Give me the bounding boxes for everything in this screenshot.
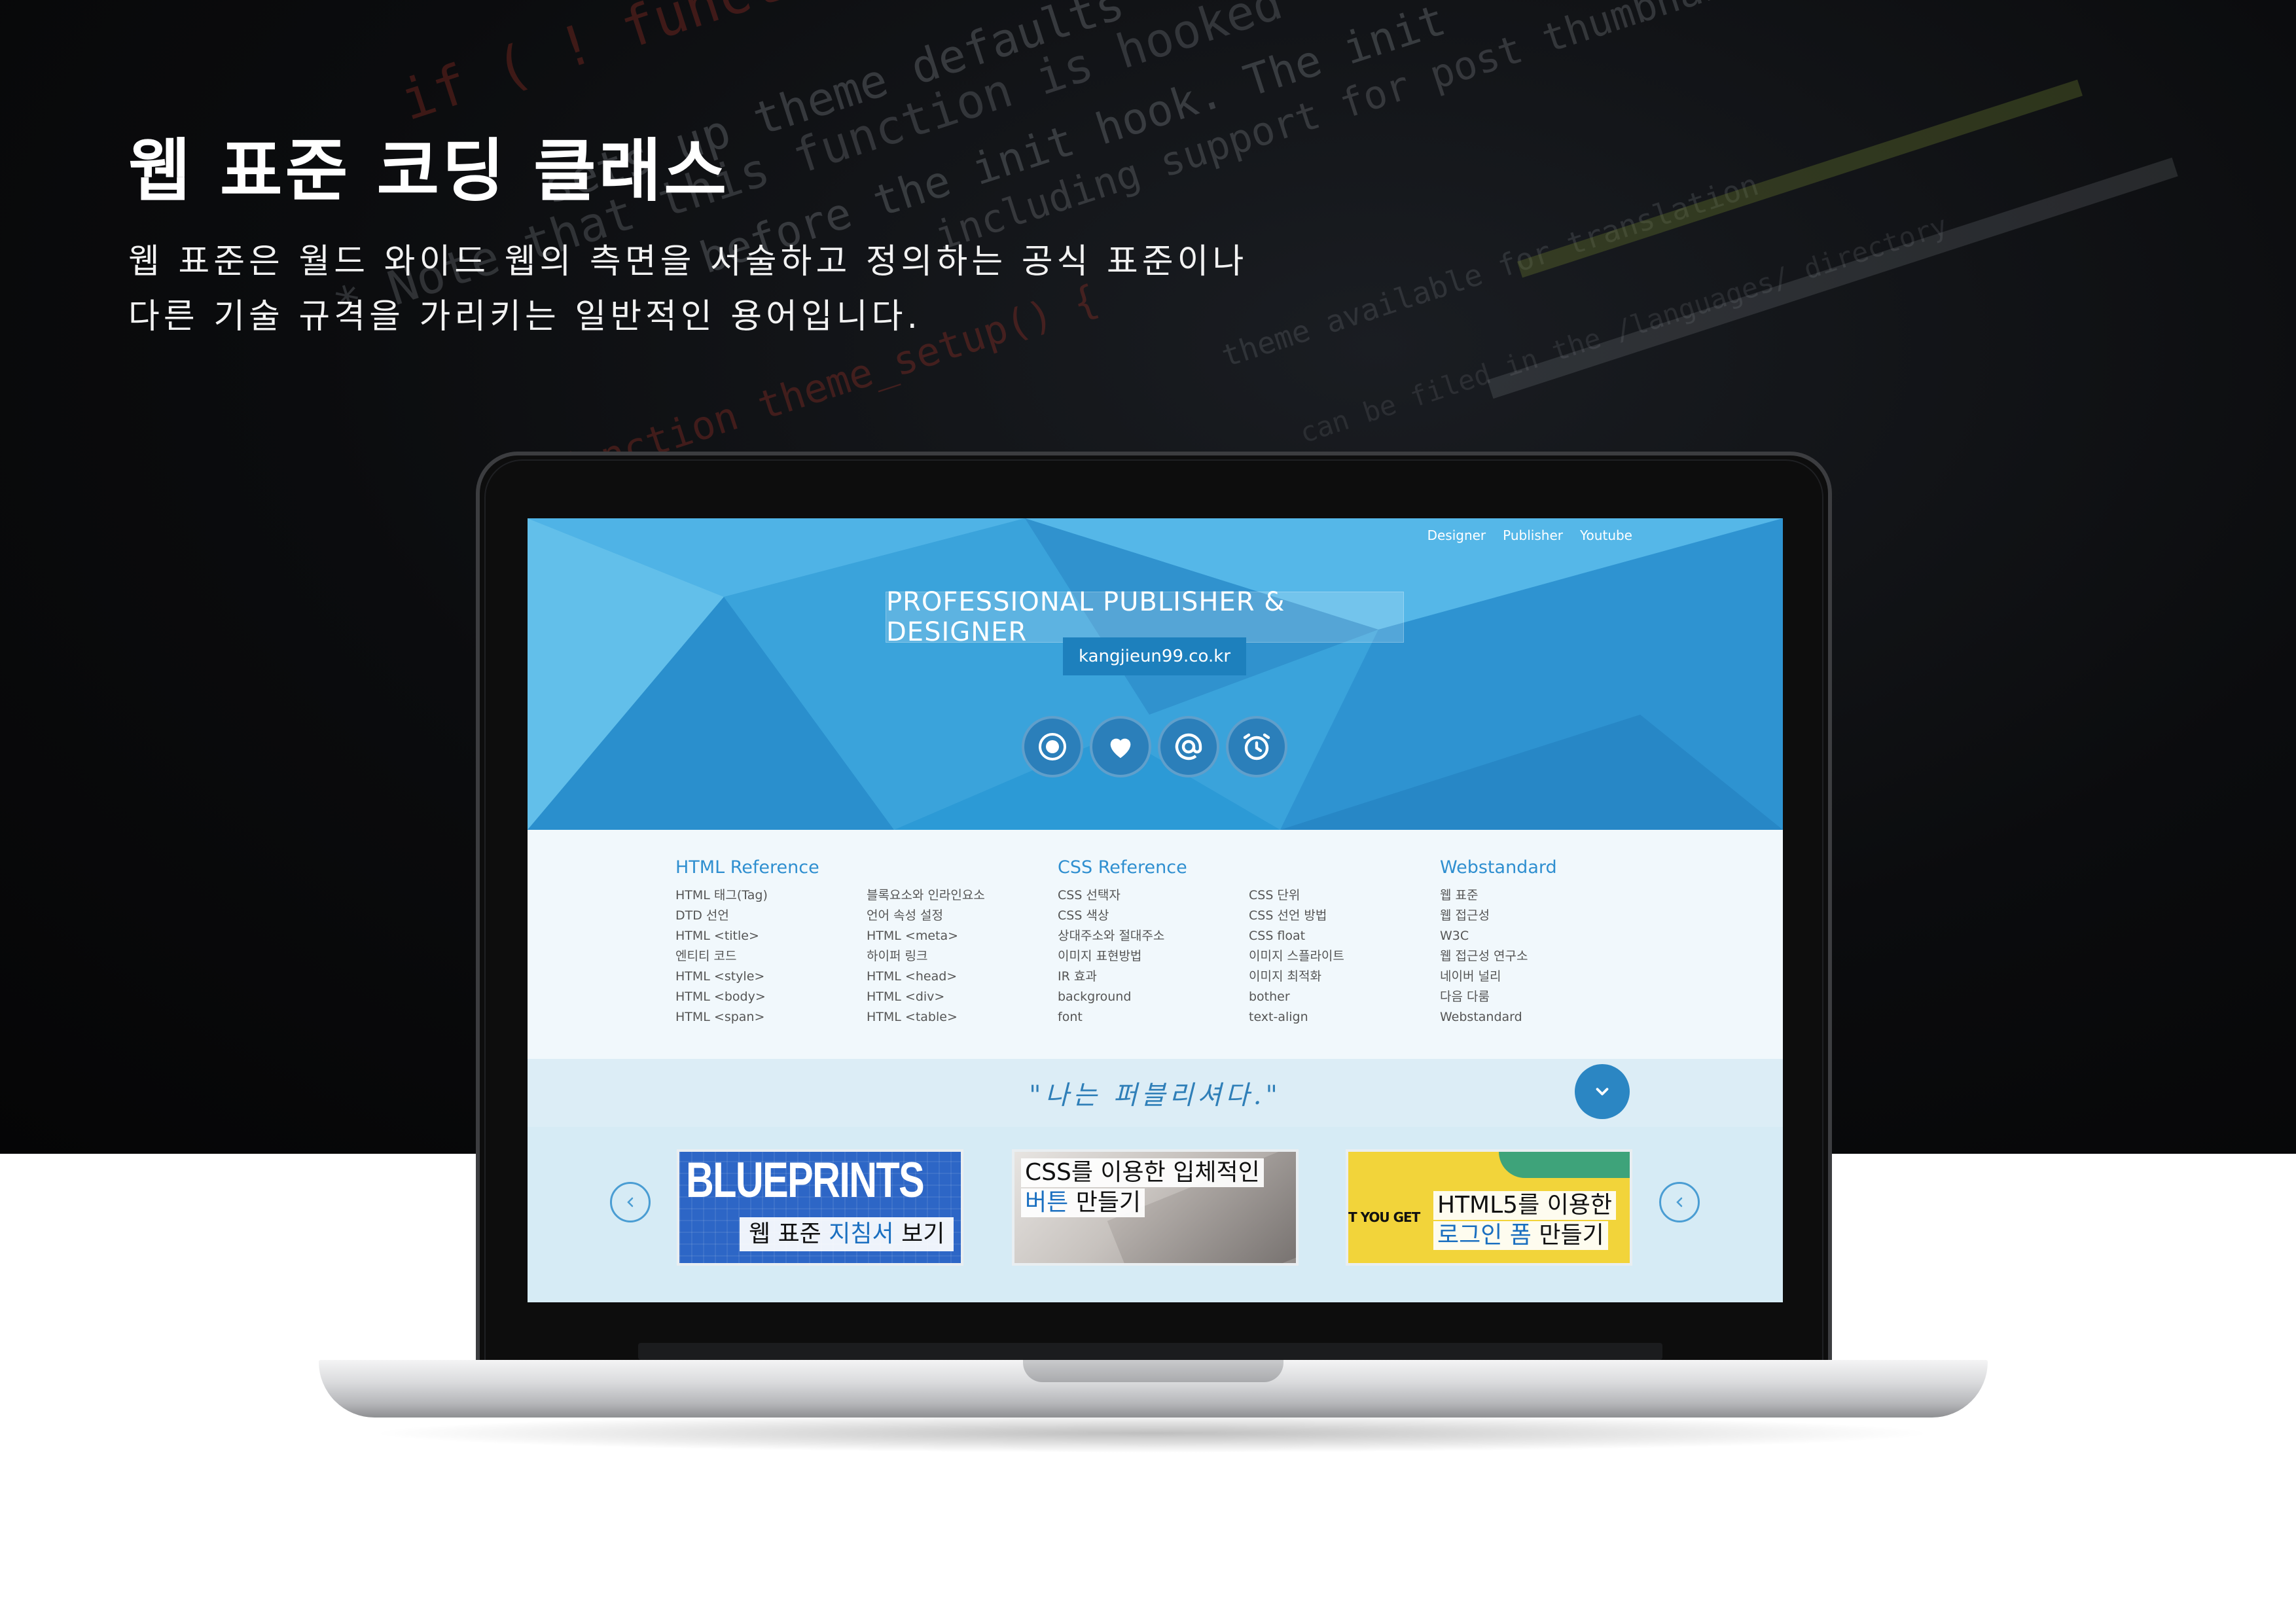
column-title — [1249, 857, 1344, 878]
bg-code-line: theme available for translation — [1217, 166, 1763, 374]
card-label-text: 만들기 — [1068, 1189, 1141, 1216]
record-icon[interactable] — [1022, 716, 1083, 777]
card-label-line2: 로그인 폼 만들기 — [1433, 1221, 1608, 1250]
card-label-line1: CSS를 이용한 입체적인 — [1021, 1158, 1264, 1187]
link-item[interactable]: 웹 접근성 연구소 — [1440, 946, 1557, 967]
link-item[interactable]: HTML <title> — [675, 926, 819, 946]
link-item[interactable]: 웹 접근성 — [1440, 906, 1557, 926]
link-item[interactable]: W3C — [1440, 926, 1557, 946]
link-item[interactable]: HTML <meta> — [867, 926, 985, 946]
column-title[interactable]: CSS Reference — [1058, 857, 1187, 878]
slider-prev-button[interactable] — [610, 1182, 651, 1222]
description-line: 웹 표준은 월드 와이드 웹의 측면을 서술하고 정의하는 공식 표준이나 — [128, 242, 1248, 281]
alarm-clock-icon[interactable] — [1226, 716, 1287, 777]
page-description: 웹 표준은 월드 와이드 웹의 측면을 서술하고 정의하는 공식 표준이나 다른… — [128, 234, 1247, 344]
card-label: 웹 표준 지침서 보기 — [740, 1217, 954, 1251]
column-title[interactable]: Webstandard — [1440, 857, 1557, 878]
link-item[interactable]: 이미지 최적화 — [1249, 967, 1344, 987]
reference-links: HTML Reference HTML 태그(Tag) DTD 선언 HTML … — [528, 830, 1783, 1059]
card-label-highlight: 지침서 — [829, 1221, 894, 1247]
laptop-hinge — [638, 1343, 1662, 1360]
link-column-css-2: CSS 단위 CSS 선언 방법 CSS float 이미지 스플라이트 이미지… — [1249, 857, 1344, 1027]
nav-youtube[interactable]: Youtube — [1580, 527, 1632, 543]
description-line: 다른 기술 규격을 가리키는 일반적인 용어입니다. — [128, 297, 922, 336]
slider-card-html5-login[interactable]: T YOU GET HTML5를 이용한 로그인 폼 만들기 — [1346, 1149, 1632, 1266]
link-item[interactable]: 블록요소와 인라인요소 — [867, 885, 985, 906]
link-item[interactable]: 언어 속성 설정 — [867, 906, 985, 926]
column-title — [867, 857, 985, 878]
link-item[interactable]: 네이버 널리 — [1440, 967, 1557, 987]
link-item[interactable]: CSS 선언 방법 — [1249, 906, 1344, 926]
link-item[interactable]: CSS float — [1249, 926, 1344, 946]
chevron-left-icon — [1676, 1197, 1683, 1207]
slider-next-button[interactable] — [1659, 1182, 1700, 1222]
card-label-text: 만들기 — [1531, 1222, 1604, 1249]
link-item[interactable]: CSS 선택자 — [1058, 885, 1187, 906]
link-item[interactable]: HTML <body> — [675, 987, 819, 1007]
link-item[interactable]: CSS 색상 — [1058, 906, 1187, 926]
link-column-webstandard: Webstandard 웹 표준 웹 접근성 W3C 웹 접근성 연구소 네이버… — [1440, 857, 1557, 1027]
icon-buttons — [1022, 716, 1287, 777]
link-item[interactable]: 엔티티 코드 — [675, 946, 819, 967]
card-label-line1: HTML5를 이용한 — [1433, 1191, 1617, 1220]
link-item[interactable]: HTML <div> — [867, 987, 985, 1007]
heart-icon[interactable] — [1090, 716, 1151, 777]
bg-code-blur — [1517, 79, 2083, 278]
nav-designer[interactable]: Designer — [1427, 527, 1486, 543]
site-domain[interactable]: kangjieun99.co.kr — [1063, 637, 1246, 675]
link-column-html-2: 블록요소와 인라인요소 언어 속성 설정 HTML <meta> 하이퍼 링크 … — [867, 857, 985, 1027]
nav-publisher[interactable]: Publisher — [1503, 527, 1563, 543]
chevron-down-icon — [1596, 1088, 1609, 1096]
card-side-text: T YOU GET — [1348, 1209, 1420, 1225]
slider-card-css-button[interactable]: CSS를 이용한 입체적인 버튼 만들기 — [1012, 1149, 1299, 1266]
link-item[interactable]: HTML <span> — [675, 1007, 819, 1027]
link-item[interactable]: 이미지 스플라이트 — [1249, 946, 1344, 967]
link-item[interactable]: 웹 표준 — [1440, 885, 1557, 906]
link-item[interactable]: CSS 단위 — [1249, 885, 1344, 906]
card-label-line2: 버튼 만들기 — [1021, 1188, 1145, 1217]
link-item[interactable]: 다음 다룸 — [1440, 987, 1557, 1007]
column-title[interactable]: HTML Reference — [675, 857, 819, 878]
link-column-css: CSS Reference CSS 선택자 CSS 색상 상대주소와 절대주소 … — [1058, 857, 1187, 1027]
slider-card-blueprints[interactable]: BLUEPRINTS 웹 표준 지침서 보기 — [677, 1149, 963, 1266]
card-label-text: 보기 — [893, 1221, 945, 1247]
link-item[interactable]: background — [1058, 987, 1187, 1007]
link-item[interactable]: DTD 선언 — [675, 906, 819, 926]
card-image-decor — [1499, 1152, 1630, 1178]
link-item[interactable]: bother — [1249, 987, 1344, 1007]
top-navigation: Designer Publisher Youtube — [1427, 527, 1632, 543]
card-label-highlight: 버튼 — [1025, 1189, 1069, 1216]
site-headline: PROFESSIONAL PUBLISHER & DESIGNER — [886, 587, 1404, 647]
link-item[interactable]: Webstandard — [1440, 1007, 1557, 1027]
chevron-left-icon — [627, 1197, 634, 1207]
link-item[interactable]: HTML 태그(Tag) — [675, 885, 819, 906]
laptop-shadow — [367, 1414, 1937, 1453]
link-item[interactable]: text-align — [1249, 1007, 1344, 1027]
link-item[interactable]: IR 효과 — [1058, 967, 1187, 987]
quote-bar: "나는 퍼블리셔다." — [528, 1059, 1783, 1127]
site-header: Designer Publisher Youtube PROFESSIONAL … — [528, 518, 1783, 830]
at-icon[interactable] — [1158, 716, 1219, 777]
card-label-text: 웹 표준 — [749, 1221, 829, 1247]
link-item[interactable]: HTML <table> — [867, 1007, 985, 1027]
link-item[interactable]: 상대주소와 절대주소 — [1058, 926, 1187, 946]
laptop-screen: Designer Publisher Youtube PROFESSIONAL … — [528, 518, 1783, 1302]
link-item[interactable]: HTML <head> — [867, 967, 985, 987]
link-column-html: HTML Reference HTML 태그(Tag) DTD 선언 HTML … — [675, 857, 819, 1027]
link-item[interactable]: 이미지 표현방법 — [1058, 946, 1187, 967]
card-slider: BLUEPRINTS 웹 표준 지침서 보기 CSS를 이용한 입체적인 버튼 … — [528, 1127, 1783, 1302]
link-item[interactable]: 하이퍼 링크 — [867, 946, 985, 967]
link-item[interactable]: font — [1058, 1007, 1187, 1027]
bg-code-blur — [1487, 157, 2178, 399]
scroll-down-button[interactable] — [1575, 1064, 1630, 1119]
card-label-highlight: 로그인 폼 — [1437, 1222, 1532, 1249]
link-item[interactable]: HTML <style> — [675, 967, 819, 987]
laptop-notch — [1023, 1360, 1283, 1382]
page-title: 웹 표준 코딩 클래스 — [128, 131, 730, 211]
card-banner-text: BLUEPRINTS — [686, 1152, 925, 1208]
